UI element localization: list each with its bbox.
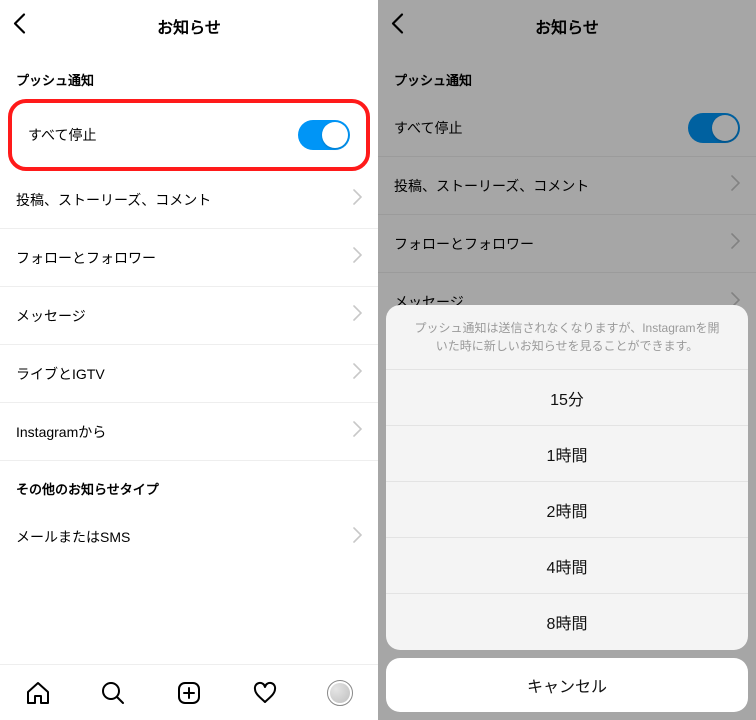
row-email-sms[interactable]: メールまたはSMS <box>0 508 378 566</box>
header: お知らせ <box>0 0 378 52</box>
row-label: Instagramから <box>16 422 106 442</box>
sheet-cancel-button[interactable]: キャンセル <box>386 658 748 712</box>
tab-home[interactable] <box>16 671 60 715</box>
home-icon <box>25 680 51 706</box>
chevron-right-icon <box>353 363 362 384</box>
row-label: 投稿、ストーリーズ、コメント <box>16 190 211 210</box>
row-live[interactable]: ライブとIGTV <box>0 345 378 403</box>
toggle-pause-all[interactable] <box>298 120 350 150</box>
heart-icon <box>252 680 278 706</box>
toggle-knob <box>322 122 348 148</box>
bottom-tabbar <box>0 664 378 720</box>
highlight-annotation: すべて停止 <box>8 99 370 171</box>
section-header-push: プッシュ通知 <box>0 52 378 99</box>
row-follow[interactable]: フォローとフォロワー <box>0 229 378 287</box>
sheet-option-4h[interactable]: 4時間 <box>386 538 748 594</box>
profile-avatar-icon <box>327 680 353 706</box>
row-label: ライブとIGTV <box>16 364 105 384</box>
sheet-option-2h[interactable]: 2時間 <box>386 482 748 538</box>
row-from-instagram[interactable]: Instagramから <box>0 403 378 461</box>
row-messages[interactable]: メッセージ <box>0 287 378 345</box>
screen-left: お知らせ プッシュ通知 すべて停止 投稿、ストーリーズ、コメント フォローとフォ… <box>0 0 378 720</box>
page-title: お知らせ <box>157 14 221 38</box>
tab-search[interactable] <box>91 671 135 715</box>
sheet-option-8h[interactable]: 8時間 <box>386 594 748 650</box>
sheet-body: プッシュ通知は送信されなくなりますが、Instagramを開いた時に新しいお知ら… <box>386 305 748 650</box>
tab-profile[interactable] <box>318 671 362 715</box>
sheet-message: プッシュ通知は送信されなくなりますが、Instagramを開いた時に新しいお知ら… <box>386 305 748 370</box>
screen-right: お知らせ プッシュ通知 すべて停止 投稿、ストーリーズ、コメント フォローとフォ… <box>378 0 756 720</box>
chevron-right-icon <box>353 247 362 268</box>
chevron-right-icon <box>353 305 362 326</box>
section-header-other: その他のお知らせタイプ <box>0 461 378 508</box>
plus-square-icon <box>176 680 202 706</box>
chevron-left-icon <box>12 13 26 35</box>
row-pause-all[interactable]: すべて停止 <box>12 103 366 167</box>
back-button[interactable] <box>12 13 26 40</box>
row-label: メールまたはSMS <box>16 527 130 547</box>
row-posts[interactable]: 投稿、ストーリーズ、コメント <box>0 171 378 229</box>
row-label: メッセージ <box>16 306 86 326</box>
search-icon <box>100 680 126 706</box>
row-label: すべて停止 <box>28 125 96 145</box>
chevron-right-icon <box>353 527 362 548</box>
tab-activity[interactable] <box>243 671 287 715</box>
settings-list: プッシュ通知 すべて停止 投稿、ストーリーズ、コメント フォローとフォロワー メ… <box>0 52 378 664</box>
action-sheet: プッシュ通知は送信されなくなりますが、Instagramを開いた時に新しいお知ら… <box>386 305 748 712</box>
row-label: フォローとフォロワー <box>16 248 156 268</box>
tab-new-post[interactable] <box>167 671 211 715</box>
chevron-right-icon <box>353 421 362 442</box>
sheet-option-15m[interactable]: 15分 <box>386 370 748 426</box>
sheet-option-1h[interactable]: 1時間 <box>386 426 748 482</box>
chevron-right-icon <box>353 189 362 210</box>
